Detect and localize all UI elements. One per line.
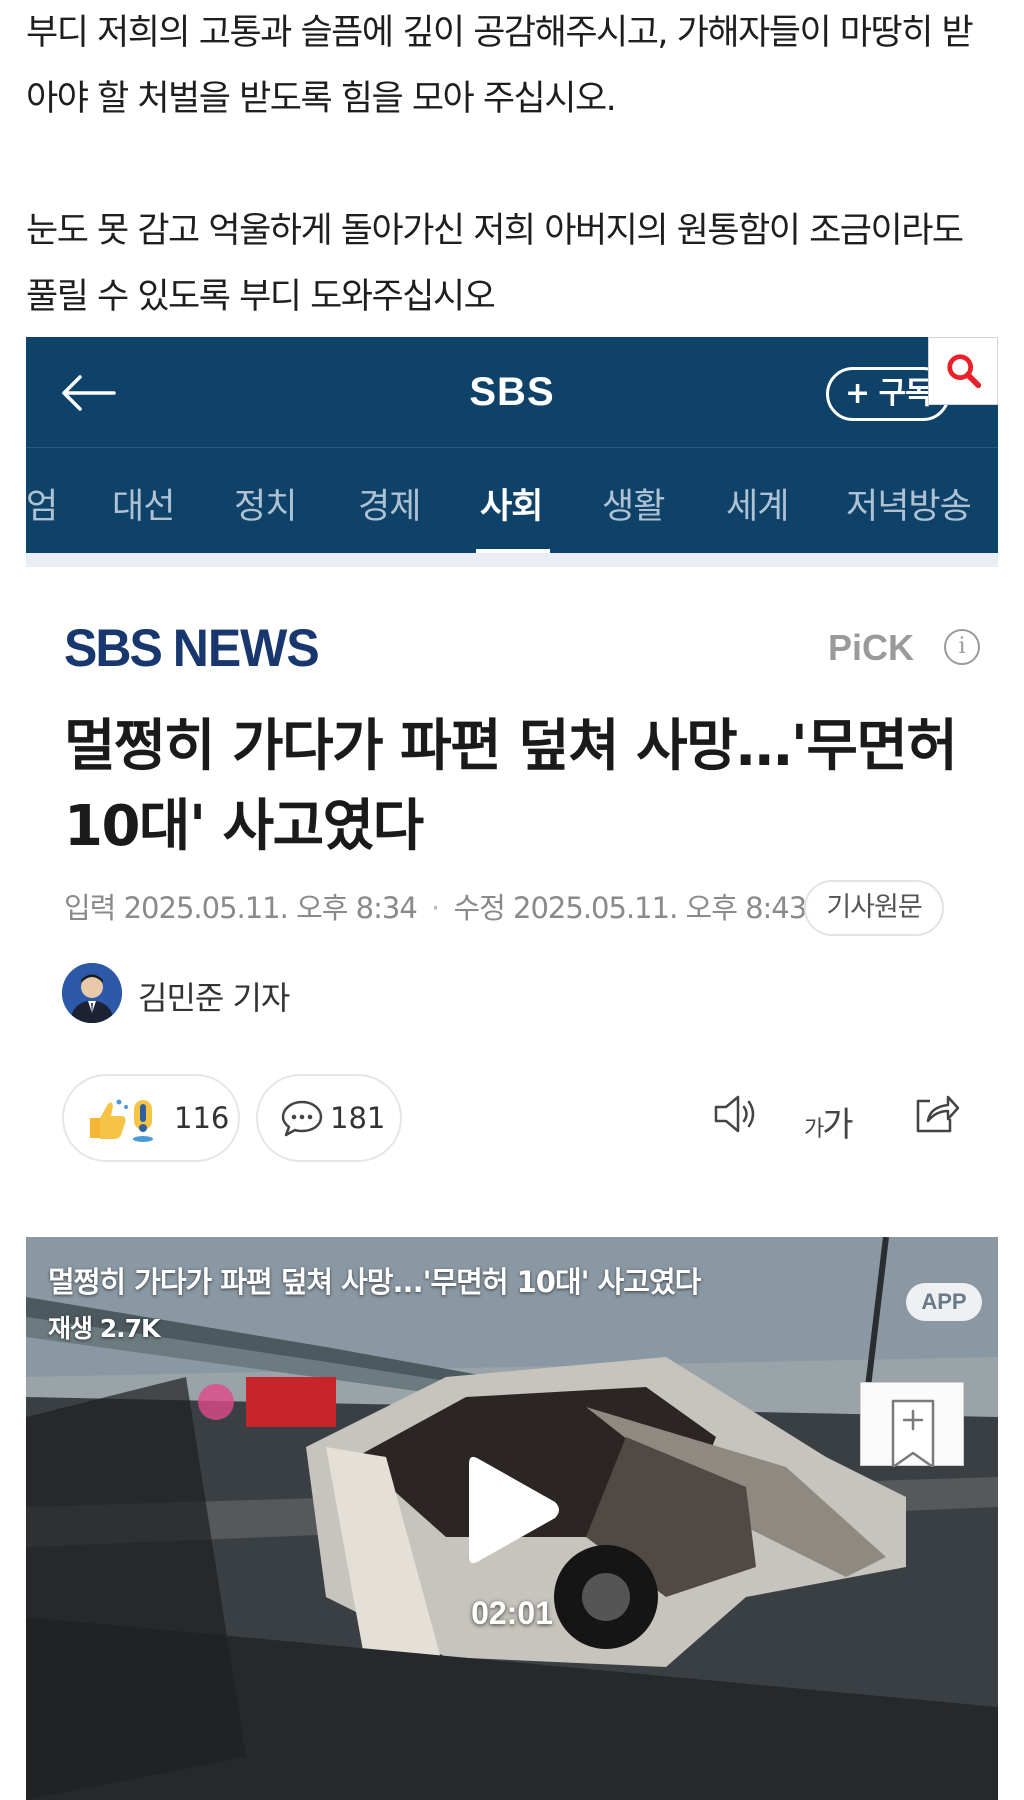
tabs-divider xyxy=(26,553,998,567)
font-size-button[interactable]: 가가 xyxy=(804,1097,854,1146)
video-title: 멀쩡히 가다가 파편 덮쳐 사망...'무면허 10대' 사고였다 xyxy=(48,1265,701,1299)
modified-time: 2025.05.11. 오후 8:43 xyxy=(513,891,807,925)
tab-society[interactable]: 사회 xyxy=(480,478,543,529)
info-icon[interactable]: i xyxy=(944,629,980,665)
comment-count: 181 xyxy=(330,1101,386,1135)
petition-paragraph-2: 눈도 못 감고 억울하게 돌아가신 저희 아버지의 원통함이 조금이라도 풀릴 … xyxy=(26,211,964,317)
bookmark-add-icon xyxy=(891,1399,935,1469)
reaction-button[interactable]: 116 xyxy=(62,1074,240,1162)
pick-label: PiCK xyxy=(828,627,915,668)
reporter-name[interactable]: 김민준 기자 xyxy=(138,973,290,1019)
category-tabs: 엄 대선 정치 경제 사회 생활 세계 저녁방송 xyxy=(26,447,998,553)
audio-speaker-icon[interactable] xyxy=(710,1089,760,1139)
tab-world[interactable]: 세계 xyxy=(726,478,789,529)
tab-evening-news[interactable]: 저녁방송 xyxy=(846,478,972,529)
original-article-button[interactable]: 기사원문 xyxy=(804,880,944,936)
input-label: 입력 xyxy=(64,891,116,925)
logo-sbs: SBS xyxy=(64,618,163,678)
tab-election[interactable]: 대선 xyxy=(112,478,175,529)
input-time: 2025.05.11. 오후 8:34 xyxy=(123,891,418,925)
tab-partial[interactable]: 엄 xyxy=(26,478,58,529)
search-button[interactable] xyxy=(928,337,998,405)
font-size-small-glyph: 가 xyxy=(804,1117,824,1142)
modified-label: 수정 xyxy=(453,891,505,925)
font-size-large-glyph: 가 xyxy=(822,1105,853,1145)
tab-politics[interactable]: 정치 xyxy=(234,478,297,529)
app-badge[interactable]: APP xyxy=(906,1283,982,1321)
search-icon xyxy=(947,354,982,389)
article-timestamps: 입력 2025.05.11. 오후 8:34 · 수정 2025.05.11. … xyxy=(64,885,807,927)
sbs-news-logo: SBS NEWS xyxy=(64,618,320,679)
comment-icon xyxy=(281,1100,323,1137)
tab-life[interactable]: 생활 xyxy=(602,478,665,529)
video-duration: 02:01 xyxy=(471,1595,553,1631)
share-icon[interactable] xyxy=(910,1089,960,1139)
reaction-icon xyxy=(90,1099,153,1142)
separator-dot: · xyxy=(431,891,440,925)
logo-news: NEWS xyxy=(172,618,320,678)
reporter-avatar[interactable] xyxy=(62,963,122,1023)
article-headline: 멀쩡히 가다가 파편 덮쳐 사망…'무면허 10대' 사고였다 xyxy=(64,714,958,859)
comment-button[interactable]: 181 xyxy=(256,1074,402,1162)
news-screenshot: SBS + 구독 엄 대선 정치 경제 사회 생활 세계 저녁방송 SBS NE… xyxy=(26,337,998,1800)
bookmark-button[interactable] xyxy=(860,1382,964,1469)
petition-paragraph-1: 부디 저희의 고통과 슬픔에 깊이 공감해주시고, 가해자들이 마땅히 받아야 … xyxy=(26,13,974,119)
petition-text: 부디 저희의 고통과 슬픔에 깊이 공감해주시고, 가해자들이 마땅히 받아야 … xyxy=(26,0,1001,330)
reaction-count: 116 xyxy=(174,1101,230,1135)
video-player[interactable]: 멀쩡히 가다가 파편 덮쳐 사망...'무면허 10대' 사고였다 재생 2.7… xyxy=(26,1237,998,1800)
video-view-count: 재생 2.7K xyxy=(48,1314,160,1343)
play-icon[interactable] xyxy=(463,1450,563,1570)
tab-economy[interactable]: 경제 xyxy=(358,478,421,529)
app-bar: SBS + 구독 xyxy=(26,337,998,447)
